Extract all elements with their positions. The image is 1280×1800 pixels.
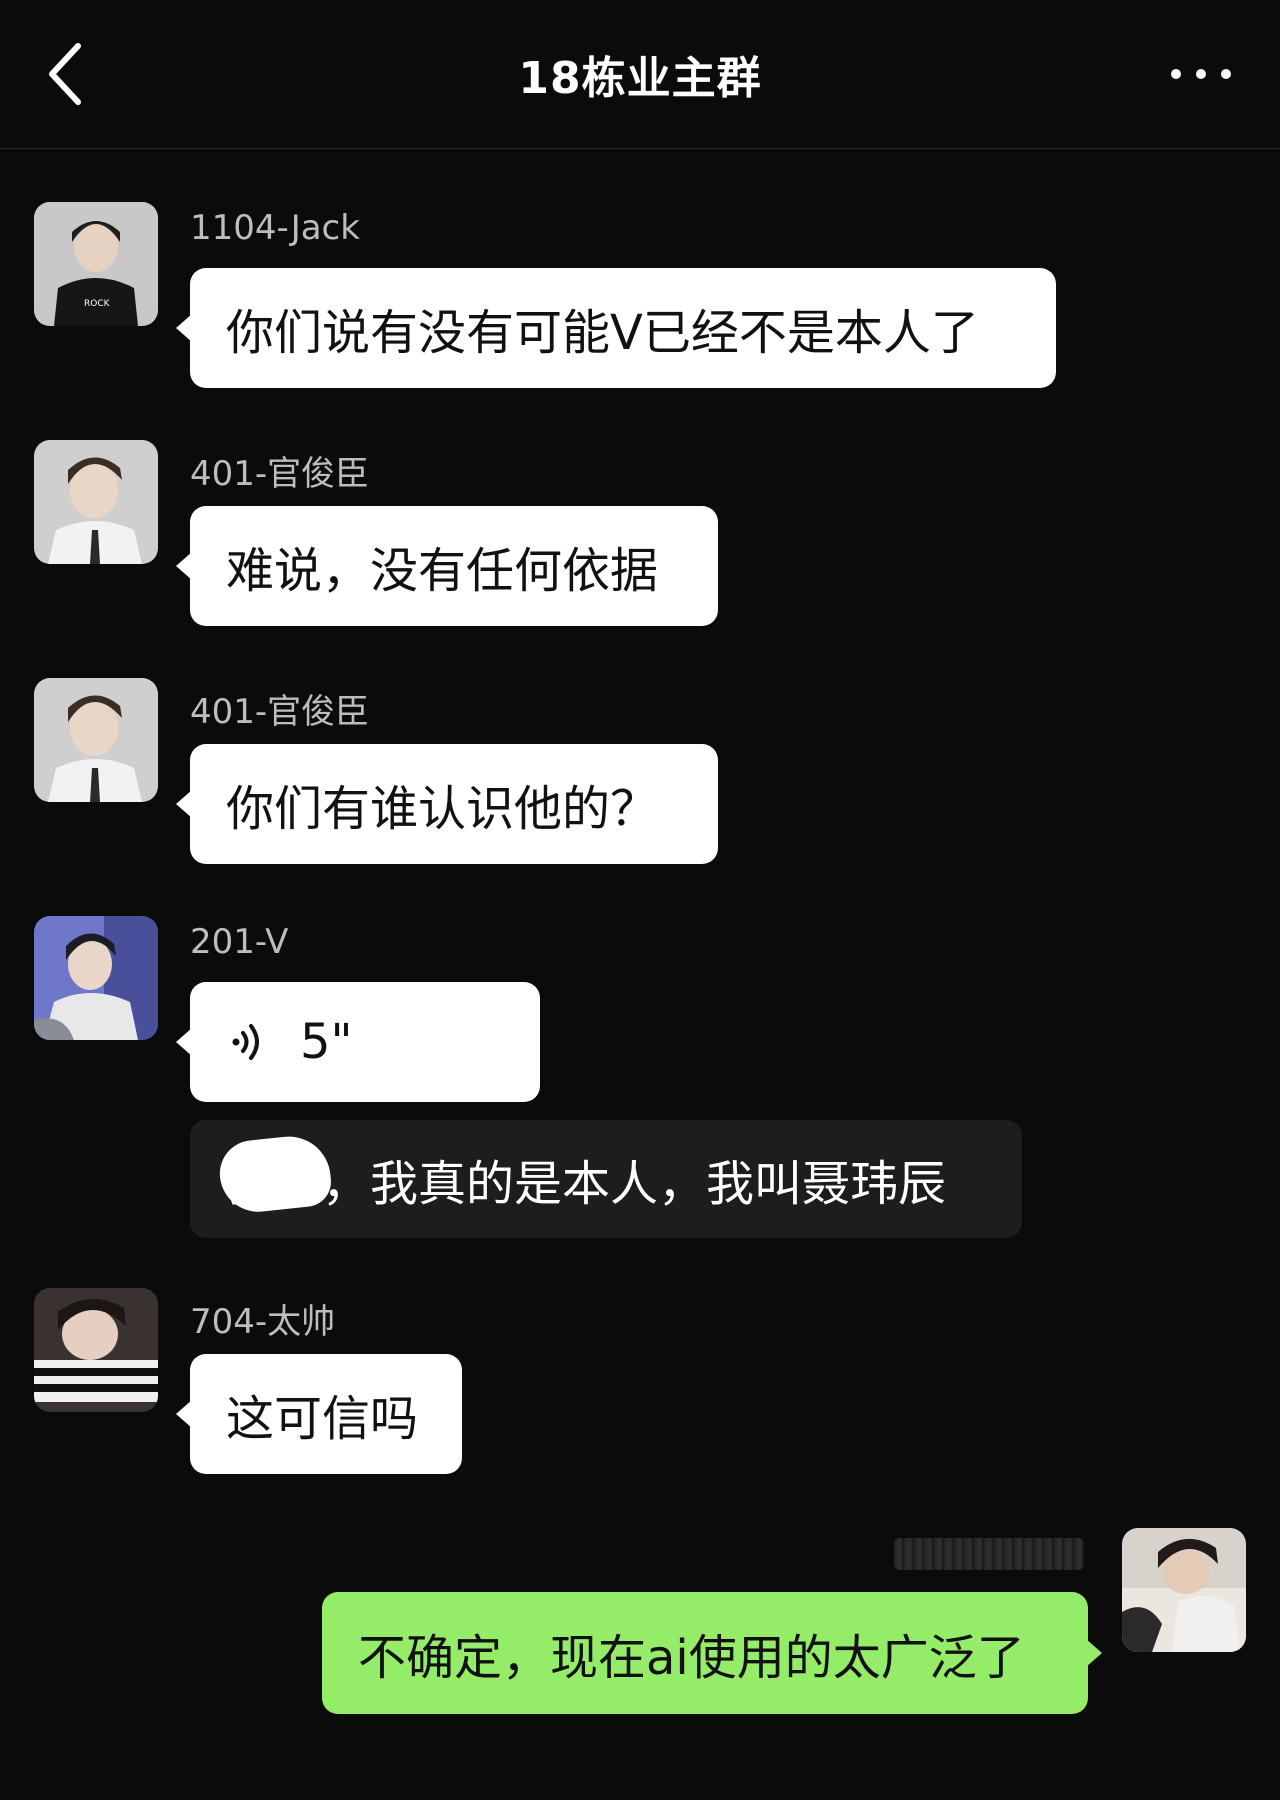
message-text: 不确定，现在ai使用的太广泛了	[358, 1630, 1025, 1686]
transcript-text: 我靠，我真的是本人，我叫聂玮辰	[226, 1156, 947, 1212]
avatar[interactable]: ROCK	[34, 202, 158, 326]
sender-name: 201-V	[190, 922, 289, 962]
voice-duration: 5"	[300, 1014, 353, 1070]
avatar[interactable]	[34, 916, 158, 1040]
chat-header: 18栋业主群	[0, 0, 1280, 149]
self-avatar[interactable]	[1122, 1528, 1246, 1652]
avatar[interactable]	[34, 678, 158, 802]
message-text: 难说，没有任何依据	[226, 543, 659, 599]
voice-message-bubble[interactable]: 5"	[176, 982, 540, 1102]
message-text: 这可信吗	[226, 1391, 419, 1447]
message-bubble[interactable]: 你们说有没有可能V已经不是本人了	[176, 268, 1056, 388]
avatar[interactable]	[34, 440, 158, 564]
message-text: 你们说有没有可能V已经不是本人了	[226, 305, 979, 361]
redacted-sender-name	[894, 1538, 1084, 1570]
self-message-bubble[interactable]: 不确定，现在ai使用的太广泛了	[322, 1592, 1102, 1714]
ellipsis-icon	[1171, 69, 1231, 79]
message-bubble[interactable]: 你们有谁认识他的？	[176, 744, 718, 864]
chat-title: 18栋业主群	[518, 53, 762, 104]
sender-name: 704-太帅	[190, 1302, 336, 1342]
more-options-button[interactable]	[1166, 56, 1236, 92]
avatar[interactable]	[34, 1288, 158, 1412]
sender-name: 401-官俊臣	[190, 692, 370, 732]
voice-transcript-bubble[interactable]: 我靠，我真的是本人，我叫聂玮辰	[190, 1120, 1022, 1238]
message-bubble[interactable]: 这可信吗	[176, 1354, 462, 1474]
voice-wave-icon	[232, 1024, 259, 1060]
sender-name: 401-官俊臣	[190, 454, 370, 494]
message-text: 你们有谁认识他的？	[226, 781, 659, 837]
sender-name: 1104-Jack	[190, 208, 360, 248]
message-bubble[interactable]: 难说，没有任何依据	[176, 506, 718, 626]
svg-text:ROCK: ROCK	[84, 299, 111, 309]
